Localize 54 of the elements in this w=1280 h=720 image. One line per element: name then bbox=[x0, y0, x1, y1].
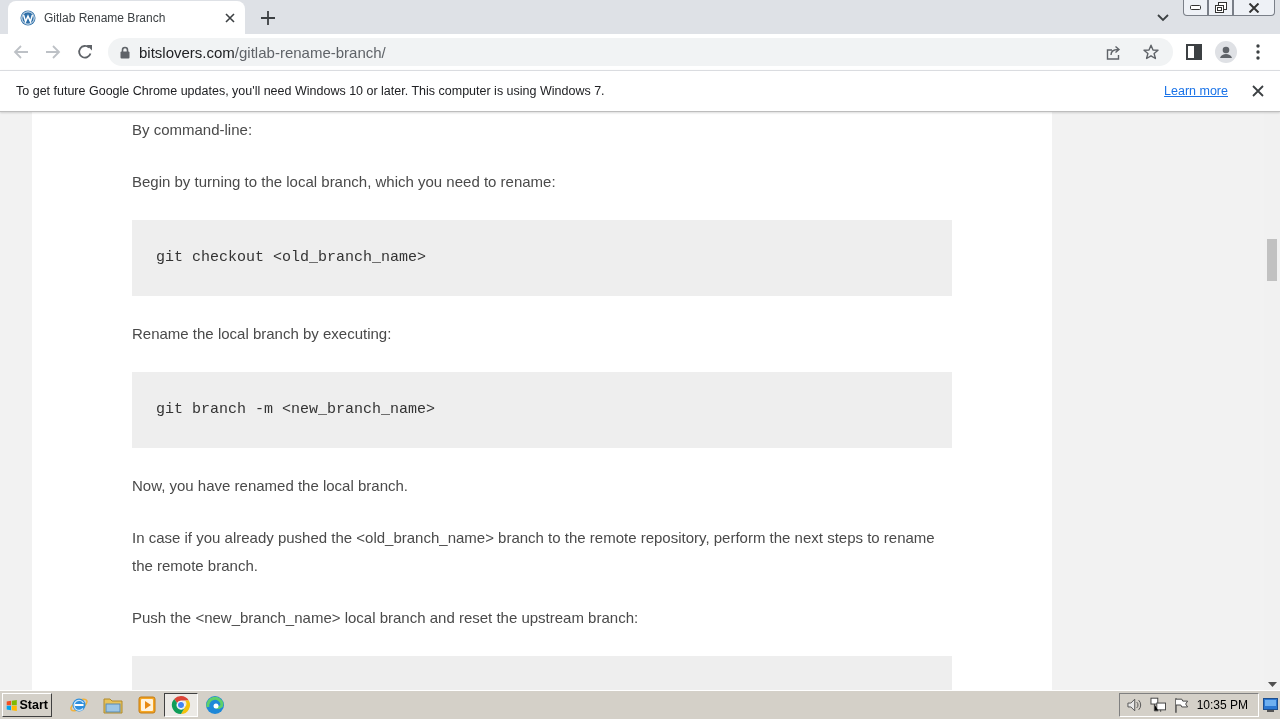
clock: 10:35 PM bbox=[1196, 698, 1248, 712]
paragraph: Now, you have renamed the local branch. bbox=[132, 476, 409, 496]
paragraph: Push the <new_branch_name> local branch and reset the upstream branch: bbox=[132, 608, 640, 628]
browser-tab[interactable]: Gitlab Rename Branch bbox=[8, 1, 245, 34]
minimize-button[interactable] bbox=[1183, 0, 1208, 16]
restore-icon bbox=[1214, 2, 1227, 13]
avatar-icon bbox=[1215, 41, 1237, 63]
scrollbar-thumb[interactable] bbox=[1267, 239, 1277, 281]
site-logo-icon bbox=[20, 9, 36, 26]
start-logo-icon bbox=[6, 697, 18, 713]
paragraph: Begin by turning to the local branch, which you need to rename: bbox=[132, 172, 557, 192]
share-icon bbox=[1106, 44, 1122, 60]
infobar-close-button[interactable] bbox=[1252, 85, 1264, 97]
infobar-message: To get future Google Chrome updates, you'll need Windows 10 or later. This computer is using Windows 7. bbox=[16, 84, 606, 98]
lock-icon bbox=[120, 45, 130, 59]
profile-button[interactable] bbox=[1212, 38, 1240, 66]
code-block: git checkout <old_branch_name> bbox=[132, 220, 952, 296]
paragraph: Rename the local branch by executing: bbox=[132, 324, 393, 344]
tab-title: Gitlab Rename Branch bbox=[44, 10, 167, 25]
restore-button[interactable] bbox=[1208, 0, 1233, 16]
forward-arrow-icon bbox=[45, 45, 61, 59]
down-triangle-icon bbox=[1267, 682, 1277, 687]
plus-icon bbox=[261, 10, 275, 25]
flag-icon[interactable] bbox=[1174, 697, 1189, 713]
close-icon bbox=[1248, 2, 1260, 13]
tab-close-button[interactable] bbox=[225, 12, 235, 23]
reload-icon bbox=[77, 44, 93, 60]
play-icon bbox=[138, 696, 156, 714]
start-button[interactable]: Start bbox=[2, 693, 52, 717]
side-panel-icon bbox=[1186, 44, 1202, 60]
learn-more-link[interactable]: Learn more bbox=[1164, 84, 1228, 98]
star-icon bbox=[1143, 44, 1159, 60]
tab-search-button[interactable] bbox=[1157, 13, 1169, 22]
back-arrow-icon bbox=[13, 45, 29, 59]
chevron-down-icon bbox=[1157, 13, 1169, 22]
round-logo-icon bbox=[171, 695, 191, 715]
show-desktop-icon[interactable] bbox=[1263, 698, 1278, 712]
network-icon[interactable] bbox=[1149, 697, 1167, 713]
speaker-icon[interactable] bbox=[1126, 697, 1142, 713]
minimize-icon bbox=[1190, 5, 1201, 10]
folder-icon bbox=[103, 696, 123, 714]
new-tab-button[interactable] bbox=[261, 10, 275, 25]
close-icon bbox=[1252, 85, 1264, 97]
url-text: bitslovers.com/gitlab-rename-branch/ bbox=[139, 43, 387, 61]
scroll-down-button[interactable] bbox=[1267, 682, 1277, 687]
more-dots-icon bbox=[1256, 44, 1260, 60]
address-bar[interactable]: bitslovers.com/gitlab-rename-branch/ bbox=[108, 38, 1173, 66]
code-block: git branch -m <new_branch_name> bbox=[132, 372, 952, 448]
close-button[interactable] bbox=[1233, 0, 1275, 16]
close-icon bbox=[225, 12, 235, 23]
paragraph: By command-line: bbox=[132, 120, 254, 140]
taskbar-button[interactable] bbox=[164, 693, 198, 717]
swirl-icon bbox=[205, 695, 225, 715]
paragraph: In case if you already pushed the <old_branch_name> branch to the remote repository, perform the next steps to rename the remote branch. bbox=[132, 528, 936, 576]
